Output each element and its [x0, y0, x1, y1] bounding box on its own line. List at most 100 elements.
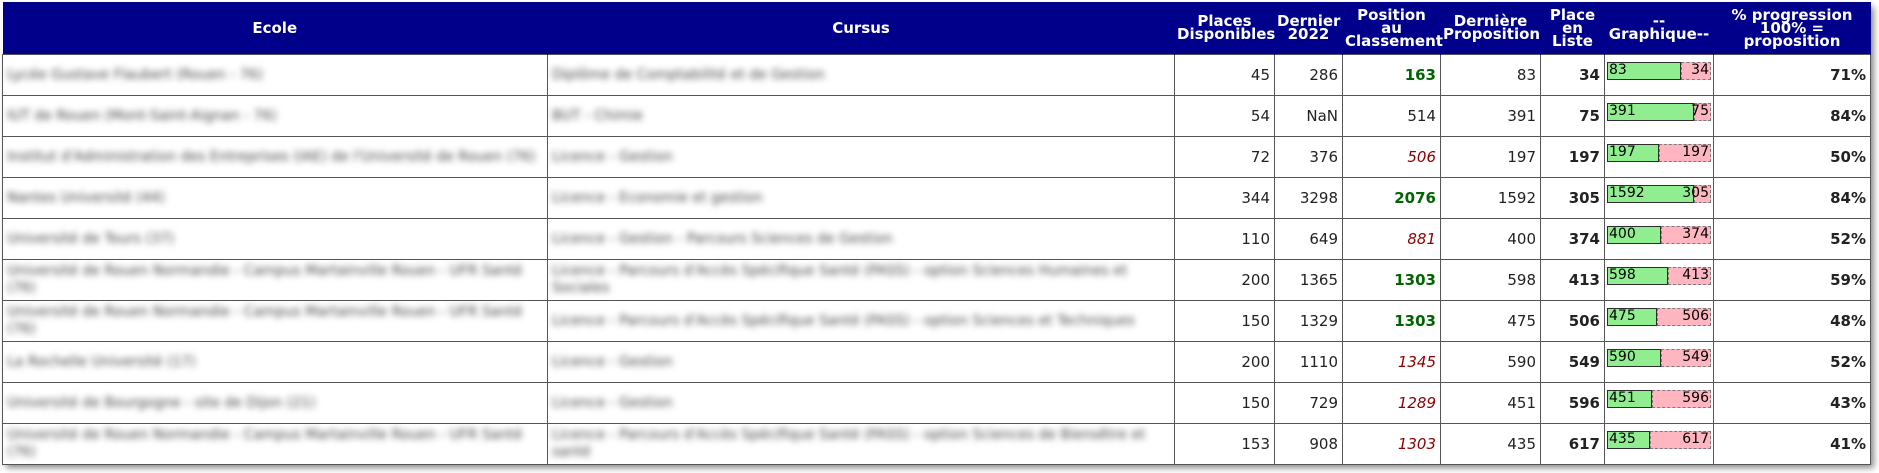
progress-bar: 391 75	[1607, 103, 1711, 121]
cell-place-liste: 549	[1540, 341, 1605, 383]
progress-bar-left-label: 1592	[1609, 185, 1645, 201]
table-row[interactable]: IUT de Rouen (Mont-Saint-Aignan - 76) BUT…	[2, 95, 1871, 137]
cell-cursus: Licence - Gestion - Parcours Sciences de…	[547, 218, 1175, 260]
progress-bar: 1592 305	[1607, 185, 1711, 203]
cell-places: 54	[1174, 95, 1275, 137]
table-row[interactable]: La Rochelle Université (17) Licence - Ges…	[2, 341, 1871, 383]
ecole-text: Université de Bourgogne - site de Dijon …	[7, 394, 316, 411]
ecole-text: Université de Rouen Normandie - Campus M…	[7, 427, 523, 460]
results-table-frame: Ecole Cursus Places Disponibles Dernier …	[2, 2, 1871, 465]
cell-derniere-proposition: 435	[1440, 423, 1541, 465]
cell-graphique: 400 374	[1604, 218, 1714, 260]
cell-graphique: 451 596	[1604, 382, 1714, 424]
progress-bar-left-label: 451	[1609, 390, 1636, 406]
table-row[interactable]: Lycée Gustave Flaubert (Rouen - 76) Diplô…	[2, 54, 1871, 96]
progress-bar-right-label: 197	[1682, 144, 1709, 160]
cursus-text: Licence - Parcours d'Accès Spécifique Sa…	[552, 427, 1146, 460]
cell-places: 344	[1174, 177, 1275, 219]
cell-position: 1289	[1342, 382, 1441, 424]
cell-places: 150	[1174, 382, 1275, 424]
header-graphique[interactable]: --Graphique--	[1604, 2, 1714, 55]
table-row[interactable]: Université de Tours (37) Licence - Gestio…	[2, 218, 1871, 260]
cell-cursus: Licence - Gestion	[547, 136, 1175, 178]
cell-cursus: Licence - Parcours d'Accès Spécifique Sa…	[547, 423, 1175, 465]
cell-places: 200	[1174, 341, 1275, 383]
header-places[interactable]: Places Disponibles	[1174, 2, 1275, 55]
progress-bar: 435 617	[1607, 431, 1711, 449]
cell-ecole: IUT de Rouen (Mont-Saint-Aignan - 76)	[2, 95, 548, 137]
table-row[interactable]: Université de Rouen Normandie - Campus M…	[2, 423, 1871, 465]
results-table: Ecole Cursus Places Disponibles Dernier …	[2, 2, 1871, 465]
ecole-text: Université de Rouen Normandie - Campus M…	[7, 263, 523, 296]
progress-bar-left-label: 83	[1609, 62, 1627, 78]
cell-graphique: 475 506	[1604, 300, 1714, 342]
progress-bar-left-label: 475	[1609, 308, 1636, 324]
cell-places: 110	[1174, 218, 1275, 260]
cell-derniere-proposition: 451	[1440, 382, 1541, 424]
cell-dernier: NaN	[1274, 95, 1343, 137]
cell-places: 72	[1174, 136, 1275, 178]
cell-graphique: 391 75	[1604, 95, 1714, 137]
table-row[interactable]: Université de Rouen Normandie - Campus M…	[2, 300, 1871, 342]
cell-dernier: 286	[1274, 54, 1343, 96]
cursus-text: Diplôme de Comptabilité et de Gestion	[552, 66, 825, 83]
cell-progression: 84%	[1713, 177, 1871, 219]
cell-position: 1303	[1342, 259, 1441, 301]
progress-bar-left-label: 590	[1609, 349, 1636, 365]
cell-ecole: La Rochelle Université (17)	[2, 341, 548, 383]
header-cursus[interactable]: Cursus	[547, 2, 1175, 55]
cell-graphique: 83 34	[1604, 54, 1714, 96]
cell-dernier: 3298	[1274, 177, 1343, 219]
cell-place-liste: 374	[1540, 218, 1605, 260]
ecole-text: Université de Tours (37)	[7, 230, 175, 247]
cell-progression: 71%	[1713, 54, 1871, 96]
cell-derniere-proposition: 391	[1440, 95, 1541, 137]
progress-bar: 451 596	[1607, 390, 1711, 408]
cursus-text: Licence - Gestion	[552, 394, 673, 411]
cell-dernier: 908	[1274, 423, 1343, 465]
cell-dernier: 1329	[1274, 300, 1343, 342]
header-ecole[interactable]: Ecole	[2, 2, 548, 55]
progress-bar-right-label: 413	[1682, 267, 1709, 283]
progress-bar: 83 34	[1607, 62, 1711, 80]
cell-position: 514	[1342, 95, 1441, 137]
ecole-text: Institut d'Administration des Entreprise…	[7, 148, 536, 165]
header-derniere-proposition[interactable]: Dernière Proposition	[1440, 2, 1541, 55]
cell-dernier: 376	[1274, 136, 1343, 178]
cell-places: 150	[1174, 300, 1275, 342]
cell-position: 163	[1342, 54, 1441, 96]
ecole-text: Université de Rouen Normandie - Campus M…	[7, 304, 523, 337]
cell-position: 881	[1342, 218, 1441, 260]
header-position[interactable]: Position au Classement	[1342, 2, 1443, 55]
cell-derniere-proposition: 475	[1440, 300, 1541, 342]
table-row[interactable]: Université de Bourgogne - site de Dijon …	[2, 382, 1871, 424]
cell-progression: 52%	[1713, 218, 1871, 260]
header-progression[interactable]: % progression 100% = proposition	[1713, 2, 1871, 55]
cell-place-liste: 596	[1540, 382, 1605, 424]
cell-position: 2076	[1342, 177, 1441, 219]
progress-bar-right-label: 75	[1691, 103, 1709, 119]
cursus-text: Licence - Gestion	[552, 148, 673, 165]
table-row[interactable]: Université de Rouen Normandie - Campus M…	[2, 259, 1871, 301]
table-header-row: Ecole Cursus Places Disponibles Dernier …	[2, 2, 1871, 55]
cursus-text: Licence - Gestion	[552, 353, 673, 370]
progress-bar-left-label: 598	[1609, 267, 1636, 283]
cell-derniere-proposition: 197	[1440, 136, 1541, 178]
table-row[interactable]: Institut d'Administration des Entreprise…	[2, 136, 1871, 178]
cell-graphique: 435 617	[1604, 423, 1714, 465]
progress-bar-left-label: 435	[1609, 431, 1636, 447]
header-place-liste[interactable]: Place en Liste	[1540, 2, 1605, 55]
header-dernier[interactable]: Dernier 2022	[1274, 2, 1343, 55]
cell-cursus: Diplôme de Comptabilité et de Gestion	[547, 54, 1175, 96]
cell-derniere-proposition: 83	[1440, 54, 1541, 96]
cell-graphique: 197 197	[1604, 136, 1714, 178]
cell-place-liste: 305	[1540, 177, 1605, 219]
cursus-text: Licence - Gestion - Parcours Sciences de…	[552, 230, 893, 247]
cell-ecole: Université de Rouen Normandie - Campus M…	[2, 259, 548, 301]
cell-progression: 59%	[1713, 259, 1871, 301]
ecole-text: Nantes Université (44)	[7, 189, 165, 206]
cell-place-liste: 75	[1540, 95, 1605, 137]
cell-cursus: Licence - Parcours d'Accès Spécifique Sa…	[547, 300, 1175, 342]
table-row[interactable]: Nantes Université (44) Licence - Economie…	[2, 177, 1871, 219]
progress-bar: 197 197	[1607, 144, 1711, 162]
